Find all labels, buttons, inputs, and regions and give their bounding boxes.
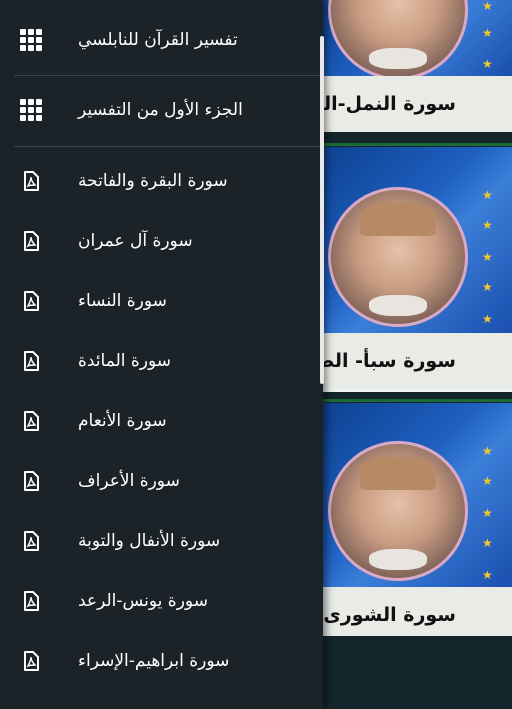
pdf-icon [24, 651, 39, 671]
drawer-item-surah[interactable]: سورة النساء [0, 271, 323, 331]
pdf-icon [24, 411, 39, 431]
pdf-icon [24, 591, 39, 611]
star-icon: ★ [482, 218, 493, 232]
drawer-item-label: تفسير القرآن للنابلسي [78, 30, 238, 50]
drawer-item-first-part[interactable]: الجزء الأول من التفسير [0, 80, 323, 140]
star-icon: ★ [482, 568, 493, 582]
drawer-item-label: سورة المائدة [78, 351, 172, 371]
pdf-icon [24, 231, 39, 251]
drawer-item-label: سورة الأنعام [78, 411, 167, 431]
drawer-item-surah[interactable]: سورة يونس-الرعد [0, 571, 323, 631]
star-icon: ★ [482, 280, 493, 294]
star-icon: ★ [482, 444, 493, 458]
star-icon: ★ [482, 26, 493, 40]
card-title: سورة النمل-العنكبوت [300, 76, 512, 132]
star-icon: ★ [482, 474, 493, 488]
author-portrait [328, 441, 468, 581]
star-icon: ★ [482, 250, 493, 264]
drawer-item-label: سورة ابراهيم-الإسراء [78, 651, 230, 671]
divider [14, 75, 322, 76]
drawer-item-surah[interactable]: سورة الأعراف [0, 451, 323, 511]
pdf-icon [24, 291, 39, 311]
pdf-icon [24, 171, 39, 191]
author-portrait [328, 187, 468, 327]
drawer-item-label: سورة الأنفال والتوبة [78, 531, 221, 551]
drawer-item-quran-tafsir[interactable]: تفسير القرآن للنابلسي [0, 10, 323, 70]
drawer-item-label: سورة يونس-الرعد [78, 591, 208, 611]
drawer-item-label: سورة البقرة والفاتحة [78, 171, 228, 191]
star-icon: ★ [482, 57, 493, 71]
grid-icon [20, 99, 42, 121]
drawer-item-label: الجزء الأول من التفسير [78, 100, 243, 120]
card-title: سورة سبأ- الصافات [300, 333, 512, 389]
pdf-icon [24, 351, 39, 371]
grid-icon [20, 29, 42, 51]
pdf-icon [24, 531, 39, 551]
star-icon: ★ [482, 506, 493, 520]
drawer-item-label: سورة الأعراف [78, 471, 180, 491]
card-divider [300, 143, 512, 146]
drawer-scrollbar[interactable] [320, 36, 324, 384]
drawer-item-surah[interactable]: سورة ابراهيم-الإسراء [0, 631, 323, 691]
drawer-item-label: سورة آل عمران [78, 231, 193, 251]
card-title: سورة الشورى-الجاثية [300, 587, 512, 636]
card-divider [300, 399, 512, 402]
star-icon: ★ [482, 0, 493, 13]
drawer-item-surah[interactable]: سورة الأنعام [0, 391, 323, 451]
navigation-drawer: تفسير القرآن للنابلسي الجزء الأول من الت… [0, 0, 323, 709]
drawer-item-surah[interactable]: سورة المائدة [0, 331, 323, 391]
drawer-item-label: سورة النساء [78, 291, 167, 311]
book-card[interactable]: ★ ★ ★ ★ ★ سورة الشورى-الجاثية [300, 403, 512, 636]
pdf-icon [24, 471, 39, 491]
book-card[interactable]: ★ ★ ★ سورة النمل-العنكبوت [300, 0, 512, 132]
divider [14, 146, 322, 147]
drawer-item-surah[interactable]: سورة البقرة والفاتحة [0, 151, 323, 211]
star-icon: ★ [482, 312, 493, 326]
drawer-item-surah[interactable]: سورة الأنفال والتوبة [0, 511, 323, 571]
star-icon: ★ [482, 536, 493, 550]
star-icon: ★ [482, 188, 493, 202]
book-card[interactable]: ★ ★ ★ ★ ★ سورة سبأ- الصافات [300, 147, 512, 392]
drawer-item-surah[interactable]: سورة آل عمران [0, 211, 323, 271]
